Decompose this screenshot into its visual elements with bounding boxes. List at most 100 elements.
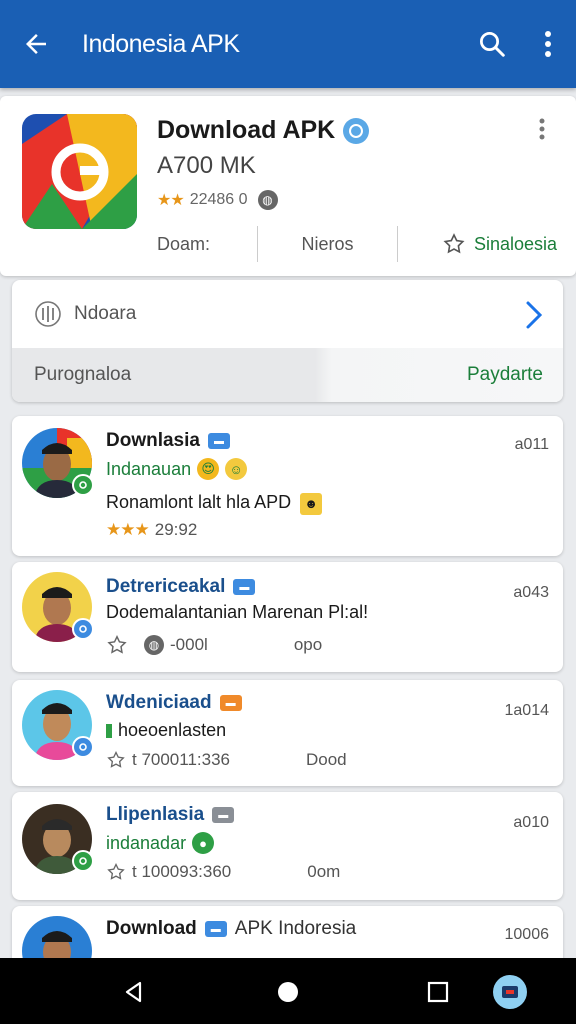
- feed-name-text: Detrericeakal: [106, 576, 226, 597]
- info-label: Ndoara: [74, 303, 137, 324]
- feed-meta-1: t 100093:360: [132, 862, 232, 881]
- nav-recents-button[interactable]: [416, 970, 460, 1014]
- stat-reviews: Nieros: [257, 226, 397, 262]
- system-nav-bar: [0, 958, 576, 1024]
- rating-stars: ★★: [157, 192, 185, 209]
- feed-name: Downlasia ▬: [106, 430, 230, 452]
- feed-body-text: Ronamlont lalt hla APD: [106, 492, 292, 512]
- feed-card[interactable]: Wdeniciaad ▬ hoeoenlasten t 700011:336 D…: [12, 680, 563, 786]
- feed-time: a043: [513, 584, 549, 601]
- feed-subtitle-text: Indanauan: [106, 458, 192, 479]
- feed-meta-2: opo: [293, 635, 323, 654]
- message-icon: ▬: [207, 433, 230, 449]
- chat-bubble-icon: ●: [192, 832, 215, 854]
- feed-subtitle-text: hoeoenlasten: [118, 720, 227, 740]
- arrow-left-icon: [26, 34, 46, 54]
- verified-badge-icon: [72, 736, 94, 758]
- feed-meta: ◍ -000l opo: [106, 634, 322, 656]
- triangle-back-icon: [125, 981, 142, 1003]
- online-badge-icon: [72, 474, 94, 496]
- feed-name-text: Download: [106, 918, 197, 939]
- avatar[interactable]: [22, 690, 94, 760]
- app-rating: ★★ 22486 0 ◍: [157, 190, 278, 210]
- feed-card[interactable]: Detrericeakal ▬ Dodemalantanian Marenan …: [12, 562, 563, 672]
- nav-back-button[interactable]: [112, 970, 156, 1014]
- star-outline-icon[interactable]: [106, 634, 128, 656]
- nav-home-button[interactable]: [266, 970, 310, 1014]
- globe-icon: ◍: [144, 635, 164, 655]
- feed-name-text: Llipenlasia: [106, 804, 205, 825]
- globe-icon: ◍: [257, 190, 278, 210]
- message-icon: ▬: [219, 695, 242, 711]
- verified-badge-icon: [72, 618, 94, 640]
- sticker-emoji-icon: ☻: [300, 492, 323, 515]
- app-more-button[interactable]: [538, 118, 558, 142]
- feed-name-text: Wdeniciaad: [106, 692, 212, 713]
- avatar[interactable]: [22, 804, 94, 874]
- online-badge-icon: [72, 850, 94, 872]
- verified-icon: [343, 117, 370, 144]
- search-icon: [480, 32, 505, 57]
- search-button[interactable]: [464, 0, 520, 88]
- info-footer: Purognaloa Paydarte: [12, 348, 563, 402]
- feed-subtitle: indanadar ●: [106, 832, 215, 854]
- avatar[interactable]: [22, 572, 94, 642]
- app-stats: Doam: Nieros Sinaloesia: [157, 226, 557, 262]
- feed-meta-1: -000l: [170, 635, 208, 654]
- feed-body: Dodemalantanian Marenan Pl:al!: [106, 602, 369, 622]
- feed-meta: t 700011:336 Dood: [106, 750, 347, 770]
- feed-subtitle-text: indanadar: [106, 832, 187, 853]
- battery-icon: [106, 723, 112, 738]
- app-bar: Indonesia APK: [0, 0, 576, 88]
- feed-name: Download ▬ APK Indoresia: [106, 918, 356, 940]
- feed-card[interactable]: Downlasia ▬ Indanauan 😍 ☺ Ronamlont lalt…: [12, 416, 563, 556]
- stat-wishlist[interactable]: Sinaloesia: [397, 226, 557, 262]
- feed-name: Llipenlasia ▬: [106, 804, 235, 826]
- message-icon: ▬: [233, 579, 256, 595]
- stat-wishlist-label: Sinaloesia: [473, 233, 557, 254]
- feed-rating: ★★★ 29:92: [106, 520, 197, 540]
- chevron-right-icon: [526, 301, 543, 329]
- assistant-icon: [493, 975, 527, 1009]
- message-icon: ▬: [212, 807, 235, 823]
- assistant-button[interactable]: [488, 970, 532, 1014]
- heart-eyes-emoji-icon: 😍: [197, 458, 220, 480]
- app-name-text: Download APK: [157, 116, 336, 144]
- star-outline-icon[interactable]: [106, 862, 126, 882]
- feed-time: 10006: [504, 926, 550, 943]
- app-icon[interactable]: [22, 114, 137, 229]
- more-vertical-icon: [539, 118, 545, 140]
- rating-count: 22486 0: [189, 191, 248, 208]
- rating-value: 29:92: [154, 520, 198, 539]
- app-name: Download APK: [157, 116, 370, 145]
- more-vertical-icon: [545, 31, 551, 57]
- back-button[interactable]: [0, 0, 72, 88]
- feed-time: a011: [514, 436, 549, 453]
- feed-time: 1a014: [504, 702, 550, 719]
- feed-subtitle: hoeoenlasten: [106, 720, 226, 741]
- info-right-link[interactable]: Paydarte: [467, 364, 543, 386]
- signal-icon: [35, 301, 61, 327]
- feed-name: Detrericeakal ▬: [106, 576, 256, 598]
- feed-name-text: Downlasia: [106, 430, 200, 451]
- feed-time: a010: [513, 814, 549, 831]
- feed-name-suffix: APK Indoresia: [234, 918, 357, 939]
- star-outline-icon[interactable]: [106, 750, 126, 770]
- feed-card[interactable]: Llipenlasia ▬ indanadar ● t 100093:360 0…: [12, 792, 563, 900]
- info-left-text: Purognaloa: [34, 364, 132, 385]
- feed-meta-1: t 700011:336: [132, 750, 230, 769]
- star-outline-icon: [443, 233, 465, 254]
- home-circle-icon: [278, 982, 298, 1002]
- app-size: A700 MK: [157, 152, 256, 179]
- info-row[interactable]: Ndoara: [12, 280, 563, 348]
- feed-meta: t 100093:360 0om: [106, 862, 340, 882]
- feed-body: Ronamlont lalt hla APD ☻: [106, 492, 323, 515]
- feed-subtitle: Indanauan 😍 ☺: [106, 458, 248, 480]
- message-icon: ▬: [204, 921, 227, 937]
- info-card[interactable]: Ndoara Purognaloa Paydarte: [12, 280, 563, 402]
- overflow-menu-button[interactable]: [520, 0, 576, 88]
- feed-meta-2: 0om: [307, 862, 341, 881]
- feed-name: Wdeniciaad ▬: [106, 692, 242, 714]
- avatar[interactable]: [22, 428, 94, 498]
- rating-stars: ★★★: [106, 520, 150, 539]
